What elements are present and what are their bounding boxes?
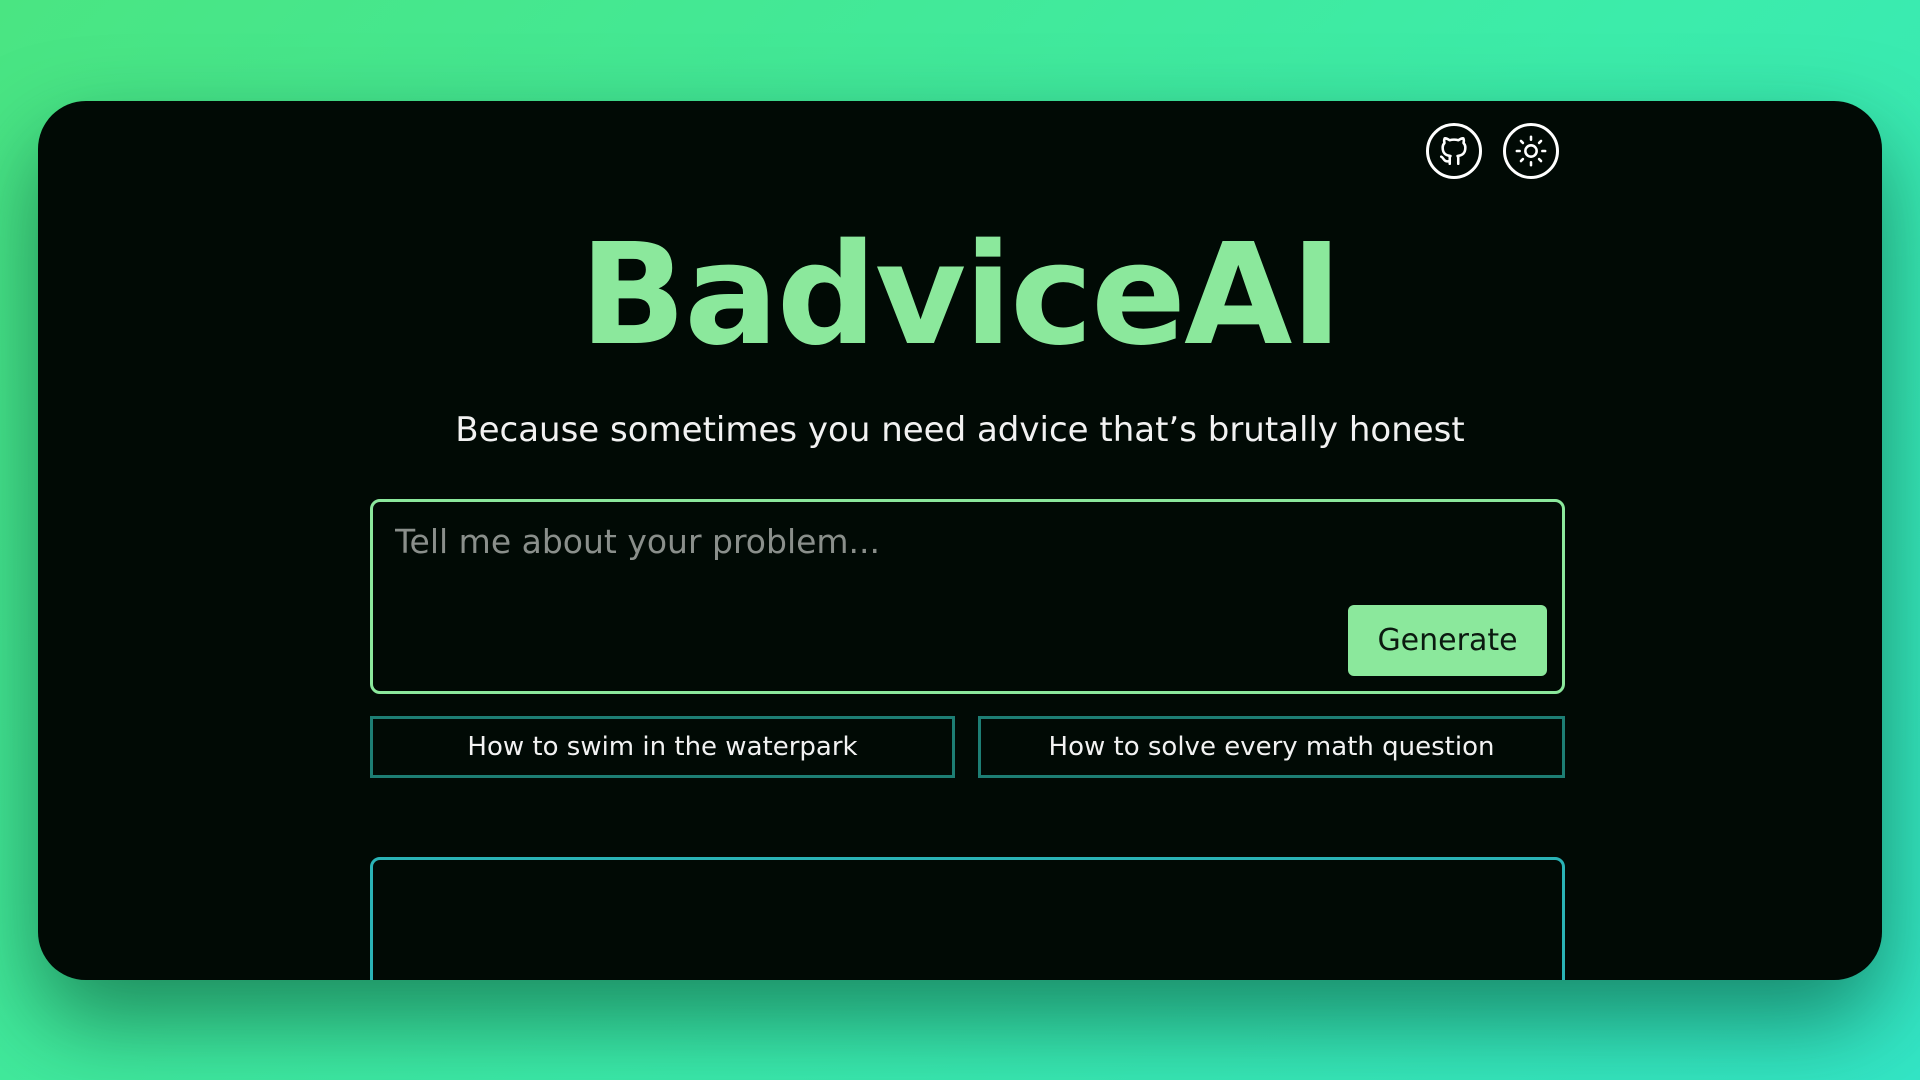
prompt-container: Generate [370, 499, 1565, 694]
github-button[interactable] [1426, 123, 1482, 179]
generate-button[interactable]: Generate [1348, 605, 1547, 676]
sun-icon [1514, 134, 1548, 168]
suggestion-swim-waterpark[interactable]: How to swim in the waterpark [370, 716, 955, 778]
problem-input[interactable] [395, 520, 1295, 580]
app-title: BadviceAI [579, 214, 1342, 377]
theme-toggle-button[interactable] [1503, 123, 1559, 179]
suggestion-solve-math[interactable]: How to solve every math question [978, 716, 1565, 778]
github-icon [1437, 134, 1471, 168]
app-subtitle: Because sometimes you need advice that’s… [455, 410, 1465, 450]
app-window: BadviceAI Because sometimes you need adv… [38, 101, 1882, 980]
advice-output [370, 857, 1565, 980]
